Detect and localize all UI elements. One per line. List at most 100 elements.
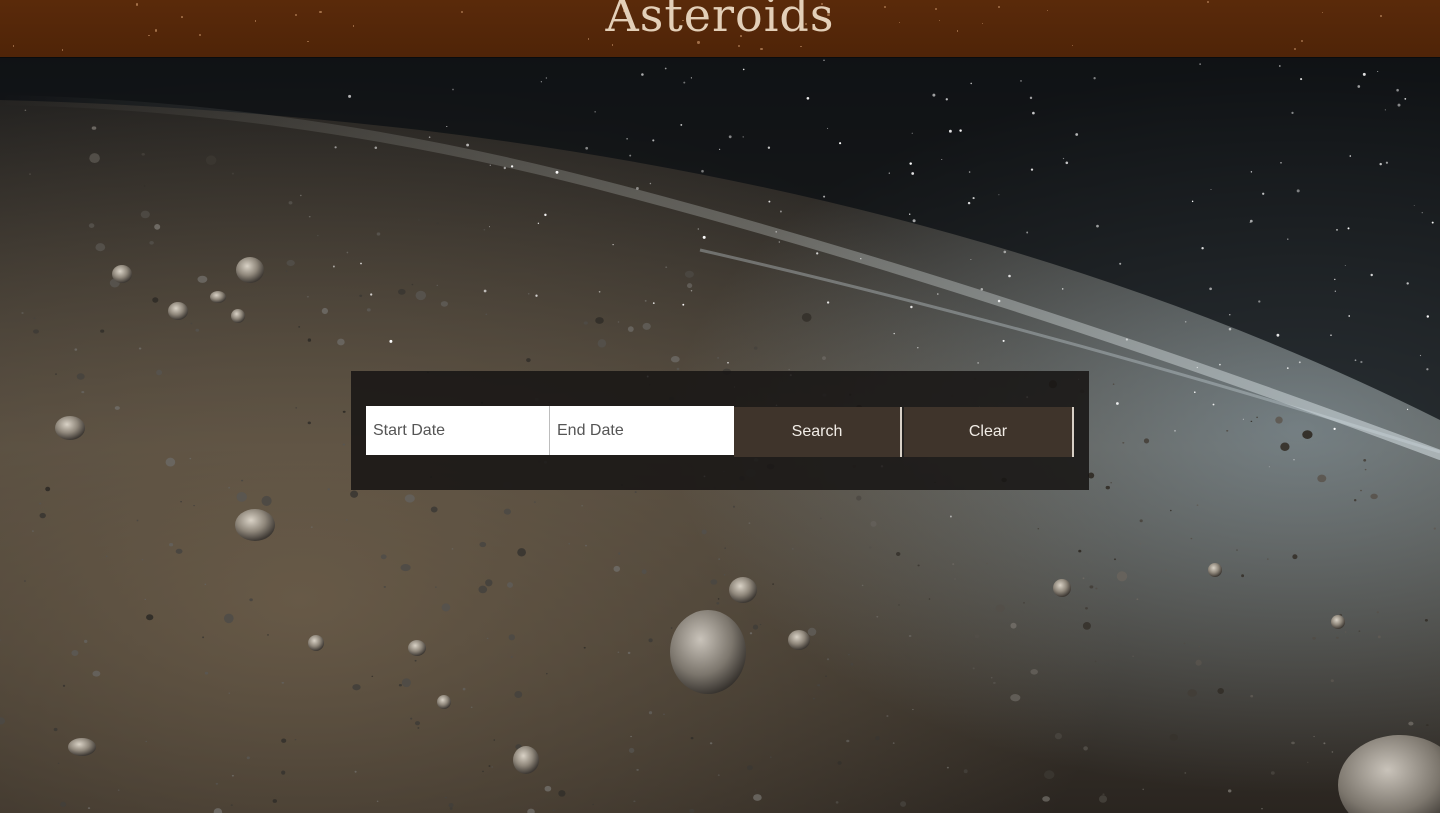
pebble bbox=[527, 292, 530, 295]
star bbox=[629, 154, 632, 157]
asteroid bbox=[513, 746, 539, 774]
star bbox=[1286, 367, 1289, 369]
star bbox=[1280, 161, 1282, 164]
pebble bbox=[89, 153, 100, 164]
asteroid bbox=[55, 416, 85, 440]
star bbox=[997, 299, 1001, 303]
star bbox=[1174, 429, 1176, 432]
asteroid bbox=[68, 738, 96, 756]
pebble bbox=[636, 768, 639, 771]
pebble bbox=[627, 651, 631, 655]
pebble bbox=[55, 373, 57, 375]
star bbox=[1404, 97, 1407, 100]
header-sparkle bbox=[180, 16, 183, 18]
pebble bbox=[410, 717, 413, 720]
pebble bbox=[436, 222, 439, 225]
pebble bbox=[482, 770, 484, 773]
star bbox=[779, 210, 782, 213]
pebble bbox=[663, 713, 665, 715]
pebble bbox=[1195, 659, 1202, 666]
start-date-input[interactable] bbox=[366, 406, 550, 455]
pebble bbox=[100, 329, 105, 333]
star bbox=[1336, 228, 1338, 231]
star bbox=[1330, 334, 1332, 336]
pebble bbox=[1112, 383, 1115, 386]
pebble bbox=[642, 322, 651, 330]
star bbox=[1062, 157, 1065, 160]
pebble bbox=[354, 770, 357, 773]
asteroid bbox=[112, 265, 132, 283]
pebble bbox=[1098, 795, 1108, 803]
pebble bbox=[886, 715, 889, 717]
pebble bbox=[1344, 631, 1347, 633]
pebble bbox=[1095, 587, 1098, 590]
pebble bbox=[281, 681, 285, 684]
asteroid bbox=[408, 640, 426, 656]
pebble bbox=[847, 653, 850, 656]
star bbox=[1278, 65, 1281, 67]
star bbox=[970, 82, 973, 85]
clear-button[interactable]: Clear bbox=[904, 407, 1074, 457]
pebble bbox=[1169, 509, 1172, 512]
pebble bbox=[690, 736, 694, 740]
pebble bbox=[1198, 645, 1200, 648]
star bbox=[823, 195, 826, 198]
pebble bbox=[644, 300, 647, 302]
asteroid bbox=[168, 302, 188, 320]
pebble bbox=[717, 356, 720, 359]
star bbox=[1397, 103, 1401, 107]
star bbox=[1201, 247, 1204, 250]
pebble bbox=[105, 555, 108, 558]
search-button[interactable]: Search bbox=[734, 407, 902, 457]
pebble bbox=[1256, 416, 1258, 419]
pebble bbox=[470, 706, 473, 708]
pebble bbox=[1226, 430, 1229, 432]
header-sparkle bbox=[1379, 15, 1382, 18]
pebble bbox=[1037, 528, 1040, 530]
pebble bbox=[1190, 537, 1193, 540]
star bbox=[1426, 368, 1429, 371]
star bbox=[778, 241, 780, 243]
star bbox=[1199, 63, 1201, 65]
pebble bbox=[81, 391, 85, 394]
pebble bbox=[752, 624, 759, 630]
pebble bbox=[1370, 493, 1378, 500]
star bbox=[374, 146, 378, 150]
pebble bbox=[146, 614, 154, 621]
pebble bbox=[1408, 721, 1414, 726]
pebble bbox=[546, 672, 548, 675]
pebble bbox=[272, 799, 277, 803]
pebble bbox=[308, 216, 311, 218]
star bbox=[1348, 315, 1351, 317]
asteroid bbox=[1053, 579, 1071, 597]
pebble bbox=[1169, 733, 1178, 741]
pebble bbox=[491, 766, 494, 768]
pebble bbox=[641, 569, 647, 575]
pebble bbox=[846, 739, 850, 743]
pebble bbox=[701, 529, 707, 535]
pebble bbox=[618, 552, 621, 555]
pebble bbox=[1116, 571, 1128, 582]
pebble bbox=[1139, 543, 1142, 545]
pebble bbox=[230, 804, 233, 806]
pebble bbox=[1363, 458, 1367, 462]
star bbox=[1029, 96, 1033, 100]
pebble bbox=[478, 585, 488, 594]
pebble bbox=[114, 406, 120, 410]
pebble bbox=[1030, 669, 1038, 675]
pebble bbox=[1136, 598, 1139, 600]
star bbox=[959, 129, 962, 132]
pebble bbox=[1010, 622, 1017, 629]
pebble bbox=[327, 488, 330, 491]
pebble bbox=[826, 658, 830, 661]
pebble bbox=[228, 486, 230, 489]
pebble bbox=[295, 407, 298, 409]
star bbox=[635, 186, 639, 190]
pebble bbox=[53, 727, 58, 732]
star bbox=[488, 226, 491, 228]
asteroid bbox=[1331, 615, 1345, 629]
star bbox=[1421, 212, 1423, 214]
end-date-input[interactable] bbox=[550, 406, 734, 455]
pebble bbox=[917, 564, 920, 567]
pebble bbox=[294, 739, 297, 741]
